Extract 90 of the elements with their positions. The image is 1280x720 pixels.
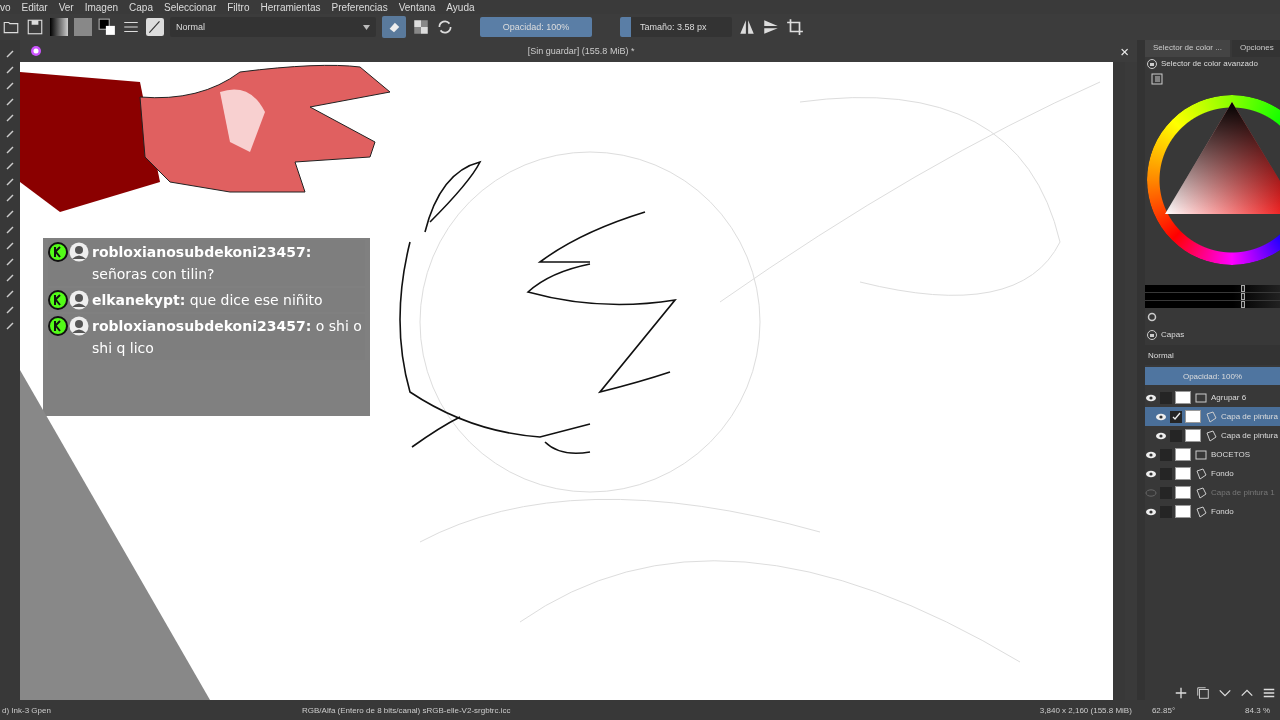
caret-icon	[363, 24, 370, 30]
save-icon[interactable]	[26, 18, 44, 36]
layer-row[interactable]: Fondo	[1145, 464, 1280, 483]
layer-thumbnail	[1185, 429, 1201, 442]
layer-row[interactable]: Agrupar 6	[1145, 388, 1280, 407]
menu-item[interactable]: Ventana	[398, 2, 436, 14]
layer-thumbnail	[1175, 391, 1191, 404]
alpha-lock-icon[interactable]	[412, 18, 430, 36]
paint-layer-icon	[1206, 411, 1217, 422]
color-slider[interactable]	[1145, 285, 1280, 292]
mirror-vertical-icon[interactable]	[762, 18, 780, 36]
size-slider[interactable]: Tamaño: 3.58 px	[620, 17, 732, 37]
color-palette-icon[interactable]	[30, 45, 42, 57]
eraser-mode-button[interactable]	[382, 16, 406, 38]
menu-item[interactable]: Editar	[21, 2, 48, 14]
eraser-icon	[387, 20, 401, 34]
check-icon	[1171, 412, 1181, 421]
reload-icon[interactable]	[436, 18, 454, 36]
color-slider[interactable]	[1145, 301, 1280, 308]
layer-thumbnail	[1185, 410, 1201, 423]
list-settings-icon[interactable]	[1151, 73, 1163, 85]
layer-thumbnail	[1175, 486, 1191, 499]
rotation-value[interactable]: 62.85°	[1151, 705, 1176, 715]
folder-icon	[1195, 393, 1207, 402]
layer-name: Agrupar 6	[1211, 393, 1247, 402]
close-button[interactable]: ×	[1120, 42, 1129, 60]
layer-row[interactable]: BOCETOS	[1145, 445, 1280, 464]
chat-message: robloxianosubdekoni23457: señoras con tilin?	[92, 243, 313, 284]
menu-item[interactable]: Ver	[58, 2, 74, 14]
add-icon[interactable]	[1174, 686, 1188, 700]
menu-item[interactable]: Capa	[129, 2, 153, 14]
menu-item[interactable]: Preferencias	[331, 2, 388, 14]
color-swatches-icon[interactable]	[98, 18, 116, 36]
layer-thumbnail	[1175, 467, 1191, 480]
avatar-icon	[69, 242, 89, 262]
panel-title: Capas	[1161, 330, 1185, 339]
badge-icon	[48, 290, 68, 310]
slider-thumb[interactable]	[1241, 301, 1245, 308]
duplicate-icon[interactable]	[1196, 686, 1210, 700]
layer-name: BOCETOS	[1211, 450, 1250, 459]
badge-icon	[48, 316, 68, 336]
docker-tab[interactable]: Selector de color ...	[1145, 40, 1230, 57]
layer-name: Fondo	[1211, 507, 1234, 516]
paint-layer-icon	[1196, 506, 1207, 517]
layer-blend-dropdown[interactable]: Normal	[1145, 345, 1280, 365]
menu-item[interactable]: Herramientas	[260, 2, 321, 14]
panel-title: Selector de color avanzado	[1161, 59, 1258, 68]
menu-icon[interactable]	[1262, 686, 1276, 700]
layer-thumbnail	[1175, 448, 1191, 461]
menu-item[interactable]: Seleccionar	[163, 2, 217, 14]
menu-item[interactable]: Imagen	[84, 2, 119, 14]
layer-name: Capa de pintura	[1221, 412, 1278, 421]
avatar-icon	[69, 290, 89, 310]
layer-row[interactable]: Capa de pintura	[1145, 407, 1280, 426]
color-space: RGB/Alfa (Entero de 8 bits/canal) sRGB-elle-V2-srgbtrc.icc	[302, 705, 511, 715]
paint-layer-icon	[1206, 430, 1217, 441]
layer-thumbnail	[1175, 505, 1191, 518]
slider-thumb[interactable]	[1241, 293, 1245, 300]
mirror-horizontal-icon[interactable]	[738, 18, 756, 36]
slider-thumb[interactable]	[1241, 285, 1245, 292]
chat-message: robloxianosubdekoni23457: o shi o shi q lico	[92, 317, 363, 358]
menu-item[interactable]: Filtro	[227, 2, 250, 14]
layer-name: Fondo	[1211, 469, 1234, 478]
pattern-swatch-icon[interactable]	[74, 18, 92, 36]
brush-preset-icon[interactable]	[146, 18, 164, 36]
chat-message: elkanekypt: que dice ese niñito	[92, 291, 324, 310]
zoom-value[interactable]: 84.3 %	[1245, 705, 1270, 715]
lock-icon[interactable]	[1147, 329, 1157, 340]
color-slider[interactable]	[1145, 293, 1280, 300]
drawing-canvas[interactable]: robloxianosubdekoni23457: señoras con tilin? elkanekypt: que dice ese niñito robloxianosubdekoni23457: o shi o shi q lico	[20, 62, 1113, 700]
crop-icon[interactable]	[786, 18, 804, 36]
image-dimensions: 3,840 x 2,160 (155.8 MiB)	[1039, 705, 1132, 715]
gradient-swatch-icon[interactable]	[50, 18, 68, 36]
menu-item[interactable]: vo	[0, 2, 11, 14]
layer-row[interactable]: Fondo	[1145, 502, 1280, 521]
avatar-icon	[69, 316, 89, 336]
layer-checkbox[interactable]	[1170, 410, 1182, 423]
lock-icon[interactable]	[1147, 58, 1157, 69]
layer-opacity-slider[interactable]: Opacidad: 100%	[1145, 367, 1280, 385]
paint-layer-icon	[1196, 468, 1207, 479]
document-title: [Sin guardar] (155.8 MiB) *	[526, 46, 636, 56]
menu-item[interactable]: Ayuda	[446, 2, 475, 14]
paint-layer-icon	[1196, 487, 1207, 498]
layer-row[interactable]: Capa de pintura	[1145, 426, 1280, 445]
layer-name: Capa de pintura	[1221, 431, 1278, 440]
docker-tab[interactable]: Opciones	[1231, 40, 1280, 57]
blend-mode-dropdown[interactable]: Normal	[170, 17, 376, 37]
folder-icon	[1195, 450, 1207, 459]
brush-name: d) Ink-3 Gpen	[2, 705, 52, 715]
badge-icon	[48, 242, 68, 262]
